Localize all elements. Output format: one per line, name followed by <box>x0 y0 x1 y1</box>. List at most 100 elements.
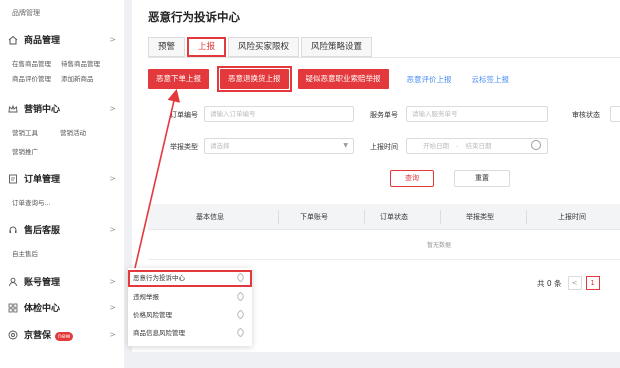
column-order-status: 订单状态 <box>380 213 408 221</box>
sidebar-item-order-query[interactable]: 订单查询与... <box>12 199 51 207</box>
user-icon <box>9 277 17 286</box>
sidebar-sub-row: 在售商品管理 待售商品管理 <box>12 58 110 68</box>
menu-item-malicious-complaint-center[interactable]: 恶意行为投诉中心 <box>128 270 252 287</box>
sidebar-group-orders[interactable]: 订单管理 > <box>8 172 116 185</box>
sidebar-group-label: 账号管理 <box>24 278 61 288</box>
service-no-label: 服务单号 <box>370 111 398 119</box>
sidebar-item-promotion[interactable]: 营销推广 <box>12 148 38 156</box>
clock-icon <box>531 140 541 150</box>
review-status-select[interactable] <box>610 106 620 122</box>
sidebar-group-aftersale[interactable]: 售后客服 > <box>8 223 116 236</box>
chevron-right-icon: > <box>109 277 116 286</box>
sidebar-sub-row: 自主售后 <box>12 248 48 258</box>
location-icon <box>8 330 18 339</box>
tab-warning[interactable]: 预警 <box>148 37 186 57</box>
reset-button[interactable]: 重置 <box>454 170 510 187</box>
table-empty-text: 暂无数据 <box>148 232 620 260</box>
report-malicious-order-button[interactable]: 恶意下单上报 <box>148 69 209 89</box>
report-professional-claim-button[interactable]: 疑似恶意职业索赔举报 <box>297 69 389 89</box>
pin-icon[interactable] <box>235 291 246 302</box>
menu-item-label: 商品信息风险管理 <box>133 329 185 337</box>
report-actions: 恶意下单上报 恶意退换货上报 疑似恶意职业索赔举报 恶意评价上报 云标签上报 <box>148 66 519 92</box>
column-divider <box>440 210 441 224</box>
pagination-total: 共 0 条 <box>537 278 562 288</box>
sidebar-group-goods[interactable]: 商品管理 > <box>8 33 116 46</box>
sidebar-sub-row: 商品评价管理 添加新商品 <box>12 73 104 83</box>
sidebar-sub-row: 营销工具 营销活动 <box>12 127 96 137</box>
report-type-label: 举报类型 <box>170 143 198 151</box>
sidebar-item-pending[interactable]: 待售商品管理 <box>61 60 100 68</box>
column-basic-info: 基本信息 <box>196 213 224 221</box>
menu-item-product-info-risk[interactable]: 商品信息风险管理 <box>128 325 252 342</box>
headset-icon <box>9 226 17 233</box>
chevron-right-icon: > <box>109 174 116 183</box>
grid-icon <box>8 303 18 312</box>
sidebar-item-add-goods[interactable]: 添加新商品 <box>61 75 94 83</box>
tab-risk-strategy[interactable]: 风险策略设置 <box>301 37 373 57</box>
sidebar-group-label: 售后客服 <box>24 226 61 236</box>
date-separator: - <box>456 142 459 150</box>
sidebar-group-account[interactable]: 账号管理 > <box>8 275 116 288</box>
crown-icon <box>8 104 18 112</box>
sidebar-item-marketing-events[interactable]: 营销活动 <box>60 129 86 137</box>
tab-divider <box>148 57 620 58</box>
sidebar-group-label-text: 京营保 <box>24 331 52 341</box>
highlight-box: 恶意退换货上报 <box>217 66 292 92</box>
sidebar-group-jyb[interactable]: 京营保 new > <box>8 328 116 341</box>
account-flyout-menu: 恶意行为投诉中心 违规举报 价格风险管理 商品信息风险管理 <box>128 268 252 346</box>
pin-icon[interactable] <box>235 327 246 338</box>
sidebar-sub-row: 营销推广 <box>12 146 48 156</box>
report-time-label: 上报时间 <box>370 143 398 151</box>
menu-item-label: 违规举报 <box>133 293 159 301</box>
report-type-select[interactable]: 请选择 ▼ <box>204 138 354 154</box>
sidebar-brand-link[interactable]: 品牌管理 <box>12 8 40 18</box>
document-icon <box>9 174 17 183</box>
report-time-range[interactable]: 开始日期 - 结束日期 <box>406 138 548 154</box>
table-header: 基本信息 下单账号 订单状态 举报类型 上报时间 <box>148 204 620 230</box>
sidebar-item-self-aftersale[interactable]: 自主售后 <box>12 250 38 258</box>
report-malicious-return-button[interactable]: 恶意退换货上报 <box>220 69 289 89</box>
sidebar-group-label: 订单管理 <box>24 175 61 185</box>
menu-item-violation-report[interactable]: 违规举报 <box>128 289 252 306</box>
column-divider <box>364 210 365 224</box>
chevron-right-icon: > <box>109 225 116 234</box>
chevron-right-icon: > <box>109 303 116 312</box>
review-status-label: 审核状态 <box>572 111 600 119</box>
report-malicious-review-link[interactable]: 恶意评价上报 <box>407 74 452 85</box>
query-button[interactable]: 查询 <box>390 170 434 187</box>
sidebar-item-reviews[interactable]: 商品评价管理 <box>12 75 51 83</box>
column-divider <box>278 210 279 224</box>
prev-page-button[interactable]: < <box>567 276 582 290</box>
sidebar-item-marketing-tools[interactable]: 营销工具 <box>12 129 38 137</box>
pin-icon[interactable] <box>235 309 246 320</box>
sidebar-item-on-sale[interactable]: 在售商品管理 <box>12 60 51 68</box>
order-no-input[interactable]: 请输入订单编号 <box>204 106 354 122</box>
page-title: 恶意行为投诉中心 <box>148 10 240 24</box>
pagination: 共 0 条 < 1 <box>537 276 604 290</box>
chevron-right-icon: > <box>109 35 116 44</box>
page-1-button[interactable]: 1 <box>585 276 600 290</box>
column-report-time: 上报时间 <box>558 213 586 221</box>
cloud-tag-report-link[interactable]: 云标签上报 <box>472 74 510 85</box>
chevron-down-icon: ▼ <box>343 142 348 149</box>
sidebar-group-label: 体检中心 <box>24 304 61 314</box>
tab-report[interactable]: 上报 <box>187 37 227 57</box>
sidebar-sub-row: 订单查询与... <box>12 197 61 207</box>
end-date-placeholder: 结束日期 <box>465 142 492 150</box>
pin-icon[interactable] <box>235 272 246 283</box>
menu-item-label: 价格风险管理 <box>133 311 172 319</box>
start-date-placeholder: 开始日期 <box>423 142 449 150</box>
order-no-label: 订单编号 <box>170 111 198 119</box>
tab-risk-buyer-limit[interactable]: 风险买家限权 <box>228 37 300 57</box>
menu-item-price-risk[interactable]: 价格风险管理 <box>128 307 252 324</box>
menu-item-label: 恶意行为投诉中心 <box>133 274 185 282</box>
new-badge: new <box>55 332 74 341</box>
column-report-type: 举报类型 <box>466 213 494 221</box>
tab-bar: 预警 上报 风险买家限权 风险策略设置 <box>148 37 374 57</box>
service-no-input[interactable]: 请输入服务单号 <box>406 106 548 122</box>
sidebar-group-label: 京营保 new <box>24 328 109 341</box>
sidebar-group-checkup[interactable]: 体检中心 > <box>8 301 116 314</box>
column-divider <box>526 210 527 224</box>
sidebar-group-marketing[interactable]: 营销中心 > <box>8 102 116 115</box>
chevron-right-icon: > <box>109 104 116 113</box>
